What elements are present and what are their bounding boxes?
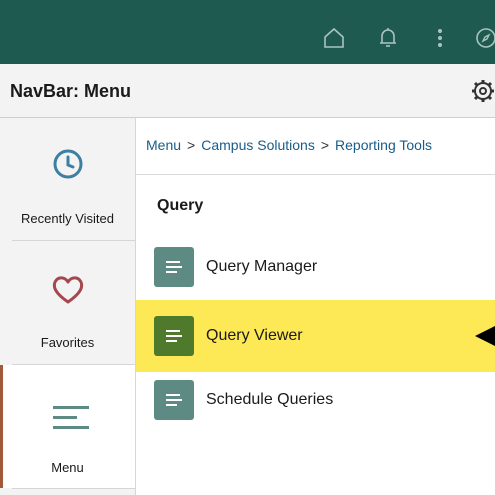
- bell-icon[interactable]: [376, 26, 400, 50]
- clock-icon: [52, 148, 84, 185]
- breadcrumb-link-campus-solutions[interactable]: Campus Solutions: [201, 137, 315, 153]
- sidebar-item-favorites[interactable]: Favorites: [0, 241, 135, 364]
- navbar-header: NavBar: Menu: [0, 64, 495, 118]
- menu-item-label: Schedule Queries: [206, 391, 334, 408]
- sidebar-item-recently-visited[interactable]: Recently Visited: [0, 118, 135, 240]
- heart-icon: [51, 275, 85, 310]
- divider: [12, 488, 135, 489]
- sidebar-item-label: Recently Visited: [21, 211, 114, 226]
- navbar-compass-icon[interactable]: [474, 26, 495, 50]
- breadcrumb-separator: >: [320, 137, 330, 153]
- menu-item-query-viewer[interactable]: Query Viewer: [136, 300, 495, 372]
- top-navigation-bar: [0, 0, 495, 64]
- sidebar-item-menu[interactable]: Menu: [0, 365, 135, 488]
- pointer-arrow-icon: [475, 326, 495, 346]
- sidebar-item-label: Favorites: [40, 335, 95, 350]
- menu-item-label: Query Manager: [206, 258, 318, 275]
- breadcrumb: Menu > Campus Solutions > Reporting Tools: [146, 137, 432, 153]
- menu-item-query-manager[interactable]: Query Manager: [136, 231, 495, 303]
- menu-item-label: Query Viewer: [206, 327, 303, 344]
- breadcrumb-link-reporting-tools[interactable]: Reporting Tools: [335, 137, 432, 153]
- navbar-title: NavBar: Menu: [10, 81, 132, 101]
- document-icon: [154, 380, 194, 420]
- document-icon: [154, 316, 194, 356]
- section-title: Query: [157, 197, 204, 214]
- navbar-sidebar: Recently Visited Favorites Menu: [0, 118, 136, 495]
- document-icon: [154, 247, 194, 287]
- gear-icon[interactable]: [470, 78, 495, 104]
- breadcrumb-separator: >: [187, 137, 196, 153]
- breadcrumb-link-menu[interactable]: Menu: [146, 137, 181, 153]
- sidebar-item-label: Menu: [51, 460, 84, 475]
- home-icon[interactable]: [322, 26, 346, 50]
- divider: [136, 174, 495, 175]
- kebab-menu-icon[interactable]: [428, 26, 452, 50]
- menu-item-schedule-queries[interactable]: Schedule Queries: [136, 364, 495, 436]
- menu-lines-icon: [53, 405, 89, 436]
